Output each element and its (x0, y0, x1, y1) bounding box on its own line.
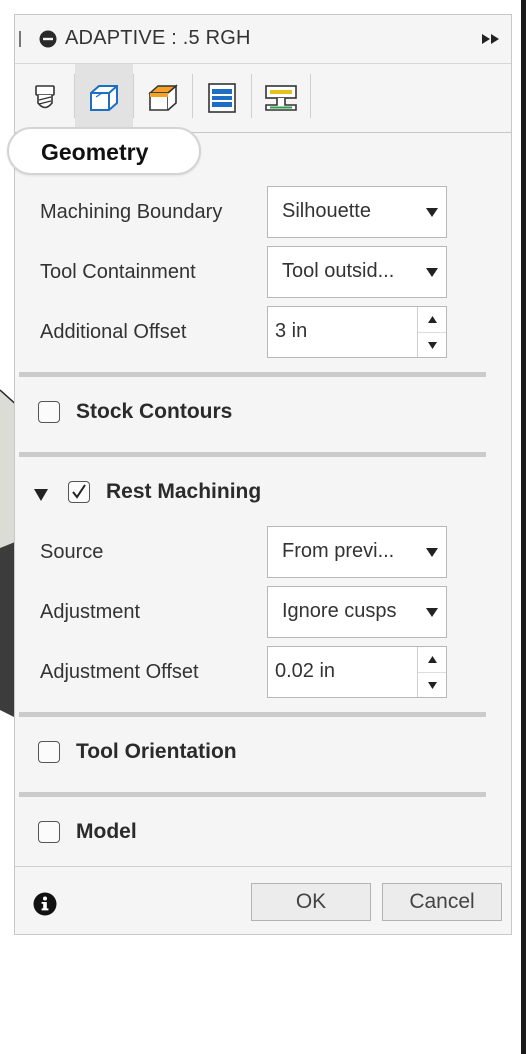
tool-orientation-checkbox[interactable] (38, 741, 60, 763)
tab-tool[interactable] (16, 64, 74, 132)
stock-contours-checkbox[interactable] (38, 401, 60, 423)
ok-button[interactable]: OK (251, 883, 371, 921)
chevron-down-icon (426, 548, 438, 557)
tab-heights[interactable] (134, 64, 192, 132)
stepper-down-icon[interactable] (418, 332, 446, 358)
adaptive-operation-dialog: ADAPTIVE : .5 RGH Geometry Machining Bou… (7, 14, 512, 935)
tool-containment-label: Tool Containment (40, 261, 196, 283)
tab-geometry[interactable] (75, 64, 133, 132)
machining-boundary-select[interactable]: Silhouette (267, 186, 447, 238)
minimize-circle-icon[interactable] (39, 30, 57, 48)
geometry-section-header[interactable]: Geometry (7, 127, 201, 175)
source-label: Source (40, 541, 104, 563)
section-divider (19, 372, 486, 377)
additional-offset-label: Additional Offset (40, 321, 187, 343)
tool-containment-value: Tool outsid... (282, 260, 395, 282)
tool-containment-select[interactable]: Tool outsid... (267, 246, 447, 298)
machining-boundary-value: Silhouette (282, 200, 371, 222)
window-edge (521, 0, 526, 1054)
cancel-button[interactable]: Cancel (382, 883, 502, 921)
footer-divider (15, 866, 511, 867)
info-icon[interactable] (33, 892, 57, 916)
adjustment-select[interactable]: Ignore cusps (267, 586, 447, 638)
adjustment-offset-field[interactable]: 0.02 in (267, 646, 447, 698)
drag-grip-icon[interactable] (19, 31, 21, 47)
model-checkbox[interactable] (38, 821, 60, 843)
additional-offset-stepper (417, 307, 446, 357)
passes-icon (208, 83, 236, 113)
rest-machining-label: Rest Machining (106, 480, 262, 503)
model-label: Model (76, 820, 137, 843)
machining-boundary-label: Machining Boundary (40, 201, 223, 223)
linking-icon (265, 85, 297, 111)
tool-icon (35, 85, 55, 109)
adjustment-label: Adjustment (40, 601, 141, 623)
geometry-section-title: Geometry (41, 139, 149, 165)
expand-arrows-icon[interactable] (481, 32, 503, 46)
additional-offset-value: 3 in (275, 320, 308, 342)
collapse-triangle-icon[interactable] (34, 489, 48, 501)
source-select[interactable]: From previ... (267, 526, 447, 578)
adjustment-offset-stepper (417, 647, 446, 697)
section-divider (19, 792, 486, 797)
checkmark-icon (72, 484, 86, 499)
stepper-up-icon[interactable] (418, 647, 446, 672)
source-value: From previ... (282, 540, 395, 562)
tab-passes[interactable] (193, 64, 251, 132)
tool-orientation-label: Tool Orientation (76, 740, 237, 763)
chevron-down-icon (426, 268, 438, 277)
chevron-down-icon (426, 208, 438, 217)
stepper-up-icon[interactable] (418, 307, 446, 332)
stock-contours-label: Stock Contours (76, 400, 233, 423)
operation-tabs (15, 64, 511, 133)
tab-linking[interactable] (252, 64, 310, 132)
section-divider (19, 452, 486, 457)
adjustment-offset-value: 0.02 in (275, 660, 336, 682)
adjustment-offset-label: Adjustment Offset (40, 661, 199, 683)
adjustment-value: Ignore cusps (282, 600, 397, 622)
geometry-icon (90, 85, 118, 111)
stepper-down-icon[interactable] (418, 672, 446, 698)
chevron-down-icon (426, 608, 438, 617)
additional-offset-field[interactable]: 3 in (267, 306, 447, 358)
dialog-title: ADAPTIVE : .5 RGH (65, 27, 251, 49)
rest-machining-checkbox[interactable] (68, 481, 90, 503)
dialog-titlebar[interactable]: ADAPTIVE : .5 RGH (15, 15, 511, 64)
heights-icon (148, 84, 178, 111)
section-divider (19, 712, 486, 717)
